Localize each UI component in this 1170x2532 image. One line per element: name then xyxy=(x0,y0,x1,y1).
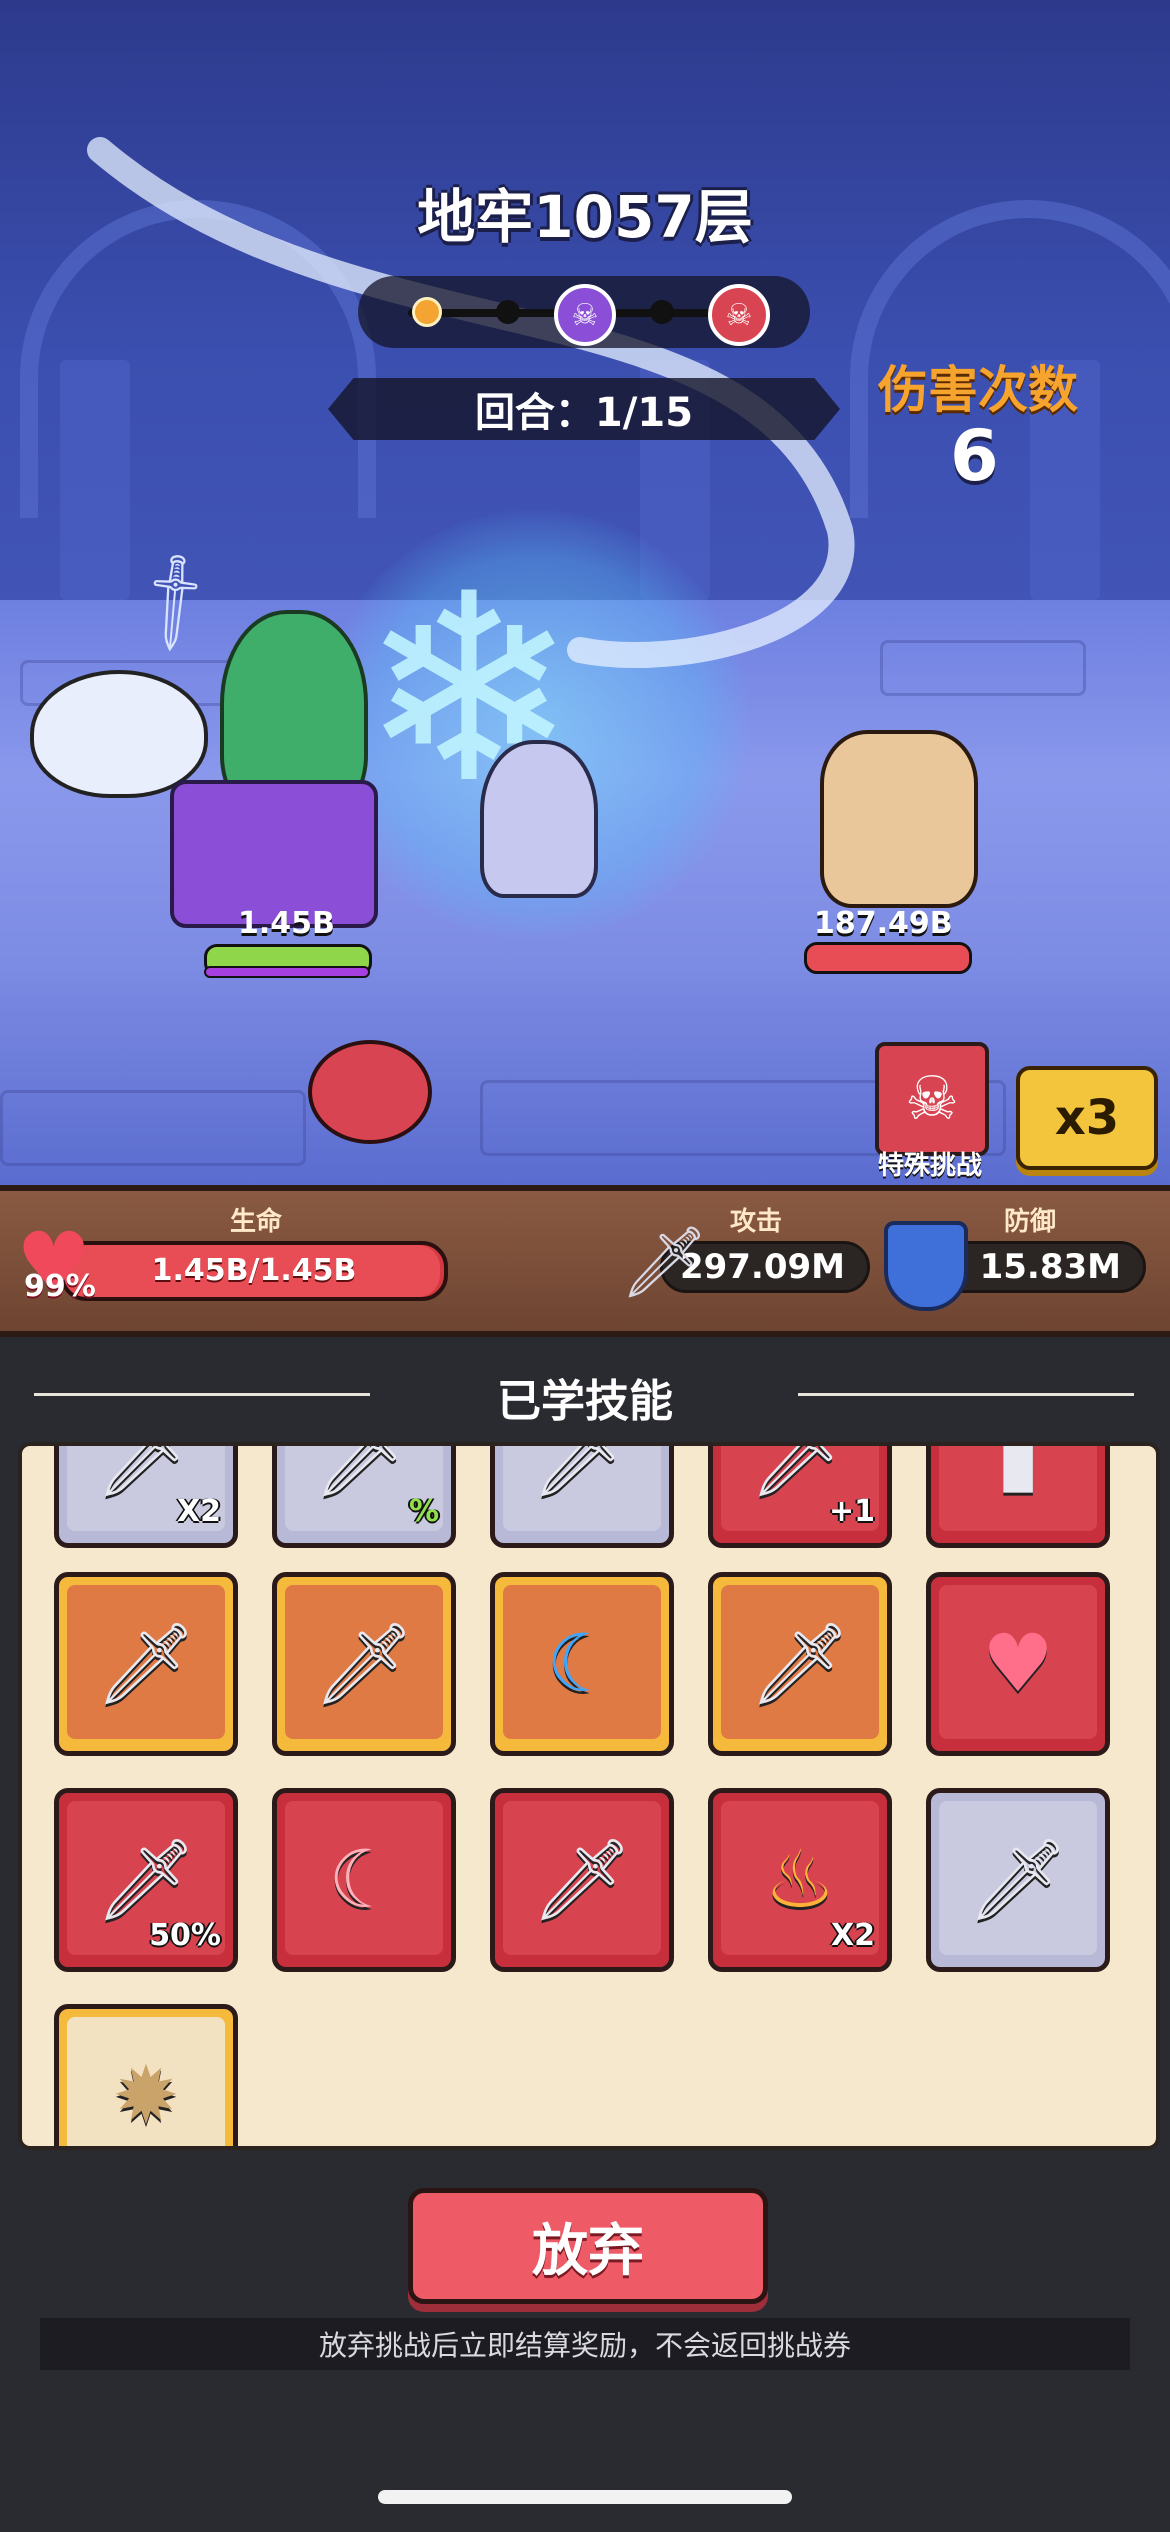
skill-slot[interactable]: 🗡 xyxy=(272,1572,456,1756)
round-counter: 回合：1/15 xyxy=(328,378,840,440)
sword-icon: 🗡 xyxy=(967,1833,1069,1926)
life-percent: 99% xyxy=(24,1269,96,1304)
progress-current-node xyxy=(412,297,442,327)
enemy-brute xyxy=(820,730,978,908)
hearts-icon: ♥ xyxy=(982,1617,1054,1710)
damage-count-value: 6 xyxy=(950,415,999,497)
special-challenge-label: 特殊挑战 xyxy=(877,1151,982,1181)
sword-icon: 🗡 xyxy=(749,1617,851,1710)
defense-label: 防御 xyxy=(1004,1207,1057,1237)
skill-slot[interactable]: 🗡 xyxy=(708,1572,892,1756)
sword-icon: 🗡 xyxy=(95,1833,197,1926)
skill-slot[interactable]: 🗡 50% xyxy=(54,1788,238,1972)
abandon-notice: 放弃挑战后立即结算奖励，不会返回挑战券 xyxy=(40,2318,1130,2370)
special-challenge-button[interactable]: ☠ xyxy=(875,1042,989,1156)
fire-icon: ♨ xyxy=(764,1833,836,1926)
speed-button[interactable]: x3 xyxy=(1016,1066,1158,1170)
life-bar: 1.45B/1.45B xyxy=(60,1241,448,1301)
life-label: 生命 xyxy=(230,1207,283,1237)
sword-icon: 🗡 xyxy=(620,1221,709,1303)
ice-princess xyxy=(480,740,598,898)
home-indicator[interactable] xyxy=(378,2490,792,2504)
skill-slot[interactable]: 🗡 X2 xyxy=(54,1442,238,1548)
learned-skills-grid[interactable]: 🗡 X2 🗡% 🗡 🗡 +1 ▮ 🗡 🗡 ☾ 🗡 ♥ 🗡 50% ☾ 🗡 ♨ X2 🗡 … xyxy=(18,1442,1160,2150)
skill-slot[interactable]: ♥ xyxy=(926,1572,1110,1756)
tombstone-icon: ▮ xyxy=(995,1442,1041,1502)
skill-slot[interactable]: 🗡 +1 xyxy=(708,1442,892,1548)
sword-icon: 🗡 xyxy=(313,1442,415,1502)
sword-icon: 🗡 xyxy=(749,1442,851,1502)
wave-slash-icon: ☾ xyxy=(546,1617,618,1710)
dungeon-title: 地牢1057层 xyxy=(417,183,753,251)
skill-slot[interactable]: 🗡% xyxy=(272,1442,456,1548)
skill-slot[interactable]: ▮ xyxy=(926,1442,1110,1548)
king-pet xyxy=(308,1040,432,1144)
progress-node xyxy=(650,300,674,324)
skill-slot[interactable]: ✹ xyxy=(54,2004,238,2146)
skill-slot[interactable]: ☾ xyxy=(490,1572,674,1756)
shield-icon xyxy=(884,1221,968,1311)
sword-icon: 🗡 xyxy=(95,1442,197,1502)
life-value: 1.45B/1.45B xyxy=(151,1253,357,1288)
slime-pet xyxy=(30,670,208,798)
player-hp-text: 1.45B xyxy=(238,906,335,941)
abandon-button[interactable]: 放弃 xyxy=(408,2188,768,2304)
skill-slot[interactable]: 🗡 xyxy=(54,1572,238,1756)
skill-slot[interactable]: 🗡 xyxy=(926,1788,1110,1972)
stage-progress: ☠ ☠ xyxy=(358,276,810,348)
red-slash-icon: ☾ xyxy=(328,1833,400,1926)
skill-slot[interactable]: ♨ X2 xyxy=(708,1788,892,1972)
skull-icon: ☠ xyxy=(905,1064,959,1134)
enemy-hp-text: 187.49B xyxy=(814,906,953,941)
progress-node xyxy=(496,300,520,324)
attack-label: 攻击 xyxy=(730,1207,783,1237)
learned-skills-title: 已学技能 xyxy=(497,1376,673,1427)
skill-slot[interactable]: ☾ xyxy=(272,1788,456,1972)
sword-icon: 🗡 xyxy=(531,1833,633,1926)
player-stats-bar: 生命 1.45B/1.45B ♥ 99% 攻击 297.09M 🗡 防御 15.… xyxy=(0,1185,1170,1337)
enemy-hp-bar xyxy=(804,942,972,974)
damage-count-label: 伤害次数 xyxy=(878,361,1078,419)
skill-slot[interactable]: 🗡 xyxy=(490,1788,674,1972)
elite-skull-icon: ☠ xyxy=(554,284,616,346)
sword-icon: 🗡 xyxy=(531,1442,633,1502)
sword-icon: 🗡 xyxy=(95,1617,197,1710)
skill-slot[interactable]: 🗡 xyxy=(490,1442,674,1548)
book-icon: ✹ xyxy=(112,2049,180,2142)
boss-skull-icon: ☠ xyxy=(708,284,770,346)
player-shield-bar xyxy=(204,966,370,978)
sword-icon: 🗡 xyxy=(313,1617,415,1710)
battle-scene: ❄ 地牢1057层 ☠ ☠ 回合：1/15 伤害次数 6 🗡 1.45B 187… xyxy=(0,0,1170,1185)
